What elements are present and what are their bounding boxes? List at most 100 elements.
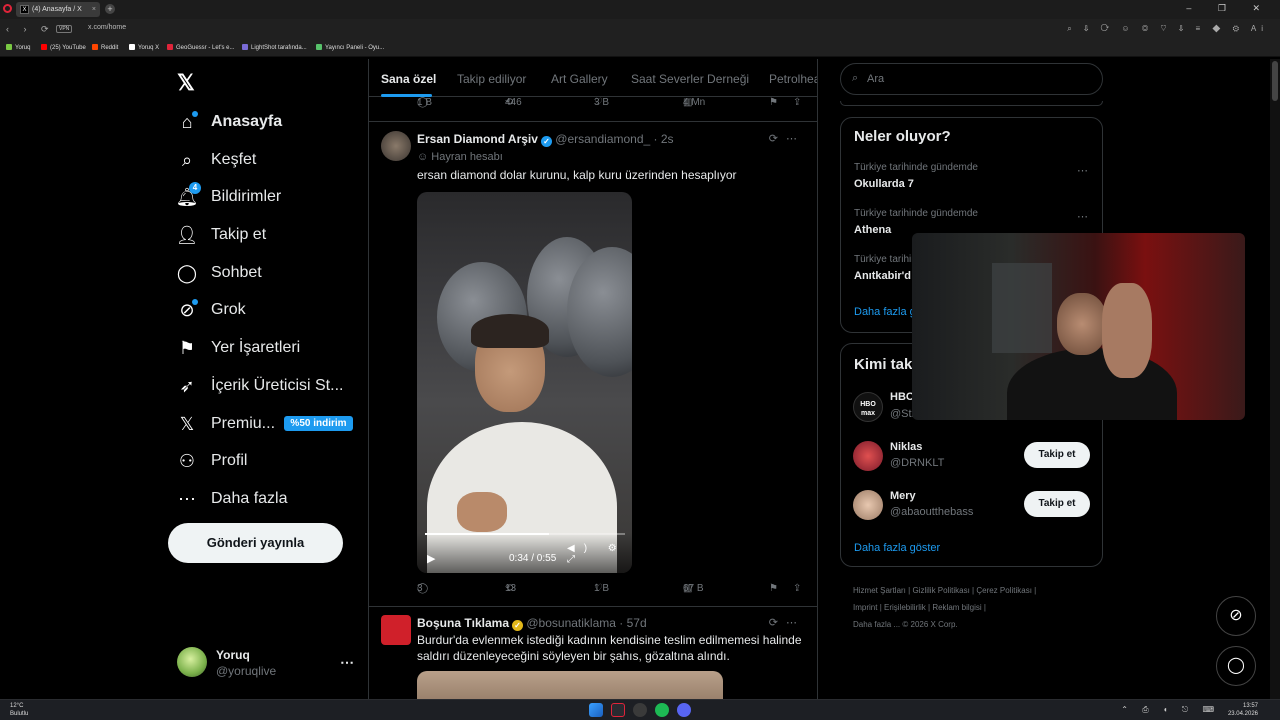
- opera-taskbar-icon[interactable]: [611, 703, 625, 717]
- trend-name[interactable]: Athena: [854, 224, 891, 236]
- bookmark-label: LightShot tarafında...: [251, 45, 307, 51]
- video-control-icons[interactable]: ◀) ⚙ ⤢: [567, 543, 632, 565]
- tab-art-gallery[interactable]: Art Gallery: [551, 72, 608, 86]
- bookmark-favicon-icon: [6, 44, 12, 50]
- play-icon[interactable]: ▶: [427, 552, 435, 565]
- nav-item-bell[interactable]: 🔔︎ 4 Bildirimler: [176, 182, 281, 210]
- toolbar-icons[interactable]: ⌕ ⇩ ⟳ ☺ ◎ ♡ ⇩ ≡ ◆ ⚙: [1067, 24, 1244, 33]
- follow-icon: 👤︎: [176, 224, 199, 246]
- more-icon[interactable]: ⋯: [786, 617, 805, 629]
- trends-more-link[interactable]: Daha fazla g: [854, 306, 916, 318]
- footer-link[interactable]: Daha fazla ...: [853, 620, 900, 629]
- start-icon[interactable]: [589, 703, 603, 717]
- browser-nav-buttons[interactable]: ‹ › ⟳: [6, 24, 55, 35]
- video-progress-bar[interactable]: [425, 533, 625, 535]
- premium-discount-badge[interactable]: %50 indirim: [284, 416, 353, 431]
- bookmark-item[interactable]: GeoGuessr - Let's e...: [167, 44, 235, 51]
- trend-more-icon[interactable]: ⋯: [1077, 210, 1088, 223]
- account-more-icon[interactable]: ⋯: [340, 654, 354, 671]
- bookmark-item[interactable]: Yoruq X: [129, 44, 159, 51]
- share-icon[interactable]: ⇪: [793, 583, 801, 594]
- suggested-name[interactable]: HBO: [890, 391, 914, 403]
- nav-item-premium[interactable]: 𝕏 Premiu...: [176, 411, 275, 437]
- account-name[interactable]: Yoruq: [216, 648, 250, 662]
- grok-icon[interactable]: ⟳: [769, 133, 786, 145]
- bookmark-favicon-icon: [92, 44, 98, 50]
- account-handle[interactable]: @yoruqlive: [216, 664, 276, 678]
- x-logo-icon[interactable]: 𝕏: [177, 70, 195, 96]
- footer-link[interactable]: © 2026 X Corp.: [902, 620, 957, 629]
- grok-icon[interactable]: ⟳: [769, 617, 786, 629]
- bookmark-icon[interactable]: ⚑: [769, 97, 778, 108]
- tab-saat-severler[interactable]: Saat Severler Derneği: [631, 72, 749, 86]
- nav-item-home[interactable]: ⌂ Anasayfa: [176, 109, 282, 135]
- grok-fab-icon[interactable]: ⊘: [1216, 596, 1256, 636]
- tab-petrolhead[interactable]: Petrolhea: [769, 72, 817, 86]
- browser-tab[interactable]: X (4) Anasayfa / X ×: [16, 2, 100, 17]
- tab-following[interactable]: Takip ediliyor: [457, 72, 526, 86]
- url-field[interactable]: x.com/home: [88, 24, 126, 31]
- nav-item-chat[interactable]: ◯ Sohbet: [176, 260, 262, 286]
- vpn-badge[interactable]: VPN: [56, 25, 73, 33]
- who-to-follow-more-link[interactable]: Daha fazla göster: [854, 542, 940, 554]
- post-button[interactable]: Gönderi yayınla: [168, 523, 343, 563]
- bookmark-item[interactable]: (25) YouTube: [41, 44, 86, 51]
- clock[interactable]: 13:57 23.04.2026: [1228, 702, 1258, 718]
- more-icon[interactable]: ⋯: [786, 133, 805, 145]
- nav-item-search[interactable]: ⌕ Keşfet: [176, 147, 256, 173]
- nav-glyph: 𝕏: [179, 413, 195, 434]
- avatar[interactable]: [381, 131, 411, 161]
- weather-widget[interactable]: 12°C Bulutlu: [10, 702, 28, 718]
- search-icon: ⌕: [852, 72, 859, 84]
- tab-close-icon[interactable]: ×: [92, 2, 96, 17]
- nav-item-grok[interactable]: ⊘ Grok: [176, 297, 246, 323]
- chat-fab-icon[interactable]: ◯: [1216, 646, 1256, 686]
- avatar[interactable]: [853, 441, 883, 471]
- search-input[interactable]: ⌕ Ara: [840, 63, 1103, 95]
- avatar[interactable]: HBO max: [853, 392, 883, 422]
- footer-link[interactable]: Reklam bilgisi: [932, 603, 981, 612]
- nav-item-rocket[interactable]: ➶ İçerik Üreticisi St...: [176, 373, 343, 399]
- footer-link[interactable]: Gizlilik Politikası: [912, 586, 969, 595]
- avatar[interactable]: [853, 490, 883, 520]
- bookmark-item[interactable]: Yoruq: [6, 44, 30, 51]
- video-player[interactable]: ▶ 0:34 / 0:55 ◀) ⚙ ⤢: [417, 192, 632, 573]
- follow-button[interactable]: Takip et: [1024, 491, 1090, 517]
- window-controls[interactable]: – ❐ ✕: [1186, 3, 1272, 14]
- post-author[interactable]: Ersan Diamond Arşiv ✓ @ersandiamond_ · 2s: [417, 132, 674, 147]
- new-tab-button[interactable]: +: [105, 4, 115, 14]
- trend-name[interactable]: Okullarda 7: [854, 178, 914, 190]
- bookmark-item[interactable]: Reddit: [92, 44, 118, 51]
- suggested-name[interactable]: Mery: [890, 490, 916, 502]
- avatar[interactable]: [177, 647, 207, 677]
- trend-name[interactable]: Anıtkabir'd: [854, 270, 911, 282]
- follow-button[interactable]: Takip et: [1024, 442, 1090, 468]
- footer-link[interactable]: Imprint: [853, 603, 877, 612]
- footer-link[interactable]: Hizmet Şartları: [853, 586, 906, 595]
- browser-toolbar-icons[interactable]: ⌕ ⇩ ⟳ ☺ ◎ ♡ ⇩ ≡ ◆ ⚙ Ai: [1067, 24, 1268, 34]
- spotify-taskbar-icon[interactable]: [655, 703, 669, 717]
- footer-link[interactable]: Erişilebilirlik: [884, 603, 926, 612]
- footer-link[interactable]: Çerez Politikası: [976, 586, 1032, 595]
- avatar[interactable]: [381, 615, 411, 645]
- nav-item-follow[interactable]: 👤︎ Takip et: [176, 222, 267, 248]
- bookmark-item[interactable]: LightShot tarafında...: [242, 44, 307, 51]
- scrollbar-thumb[interactable]: [1272, 61, 1278, 101]
- browser-logo-icon[interactable]: [3, 4, 12, 13]
- share-icon[interactable]: ⇪: [793, 97, 801, 108]
- suggested-name[interactable]: Niklas: [890, 441, 922, 453]
- tab-for-you[interactable]: Sana özel: [381, 72, 436, 86]
- scrollbar[interactable]: [1270, 59, 1280, 699]
- trend-more-icon[interactable]: ⋯: [1077, 164, 1088, 177]
- bookmark-icon[interactable]: ⚑: [769, 583, 778, 594]
- discord-taskbar-icon[interactable]: [677, 703, 691, 717]
- post-author[interactable]: Boşuna Tıklama ✓ @bosunatiklama · 57d: [417, 616, 647, 631]
- bookmark-icon: ⚑: [176, 337, 198, 359]
- nav-item-bookmark[interactable]: ⚑ Yer İşaretleri: [176, 335, 300, 361]
- obs-taskbar-icon[interactable]: [633, 703, 647, 717]
- nav-item-profile[interactable]: ⚇ Profil: [176, 448, 248, 474]
- bookmark-item[interactable]: Yayıncı Paneli - Oyu...: [316, 44, 384, 51]
- ai-button[interactable]: Ai: [1251, 24, 1268, 33]
- system-tray-icons[interactable]: ⌃ ⎙ ◖ ⎋ ⌨: [1121, 705, 1220, 715]
- nav-item-more[interactable]: ⋯ Daha fazla: [176, 486, 288, 512]
